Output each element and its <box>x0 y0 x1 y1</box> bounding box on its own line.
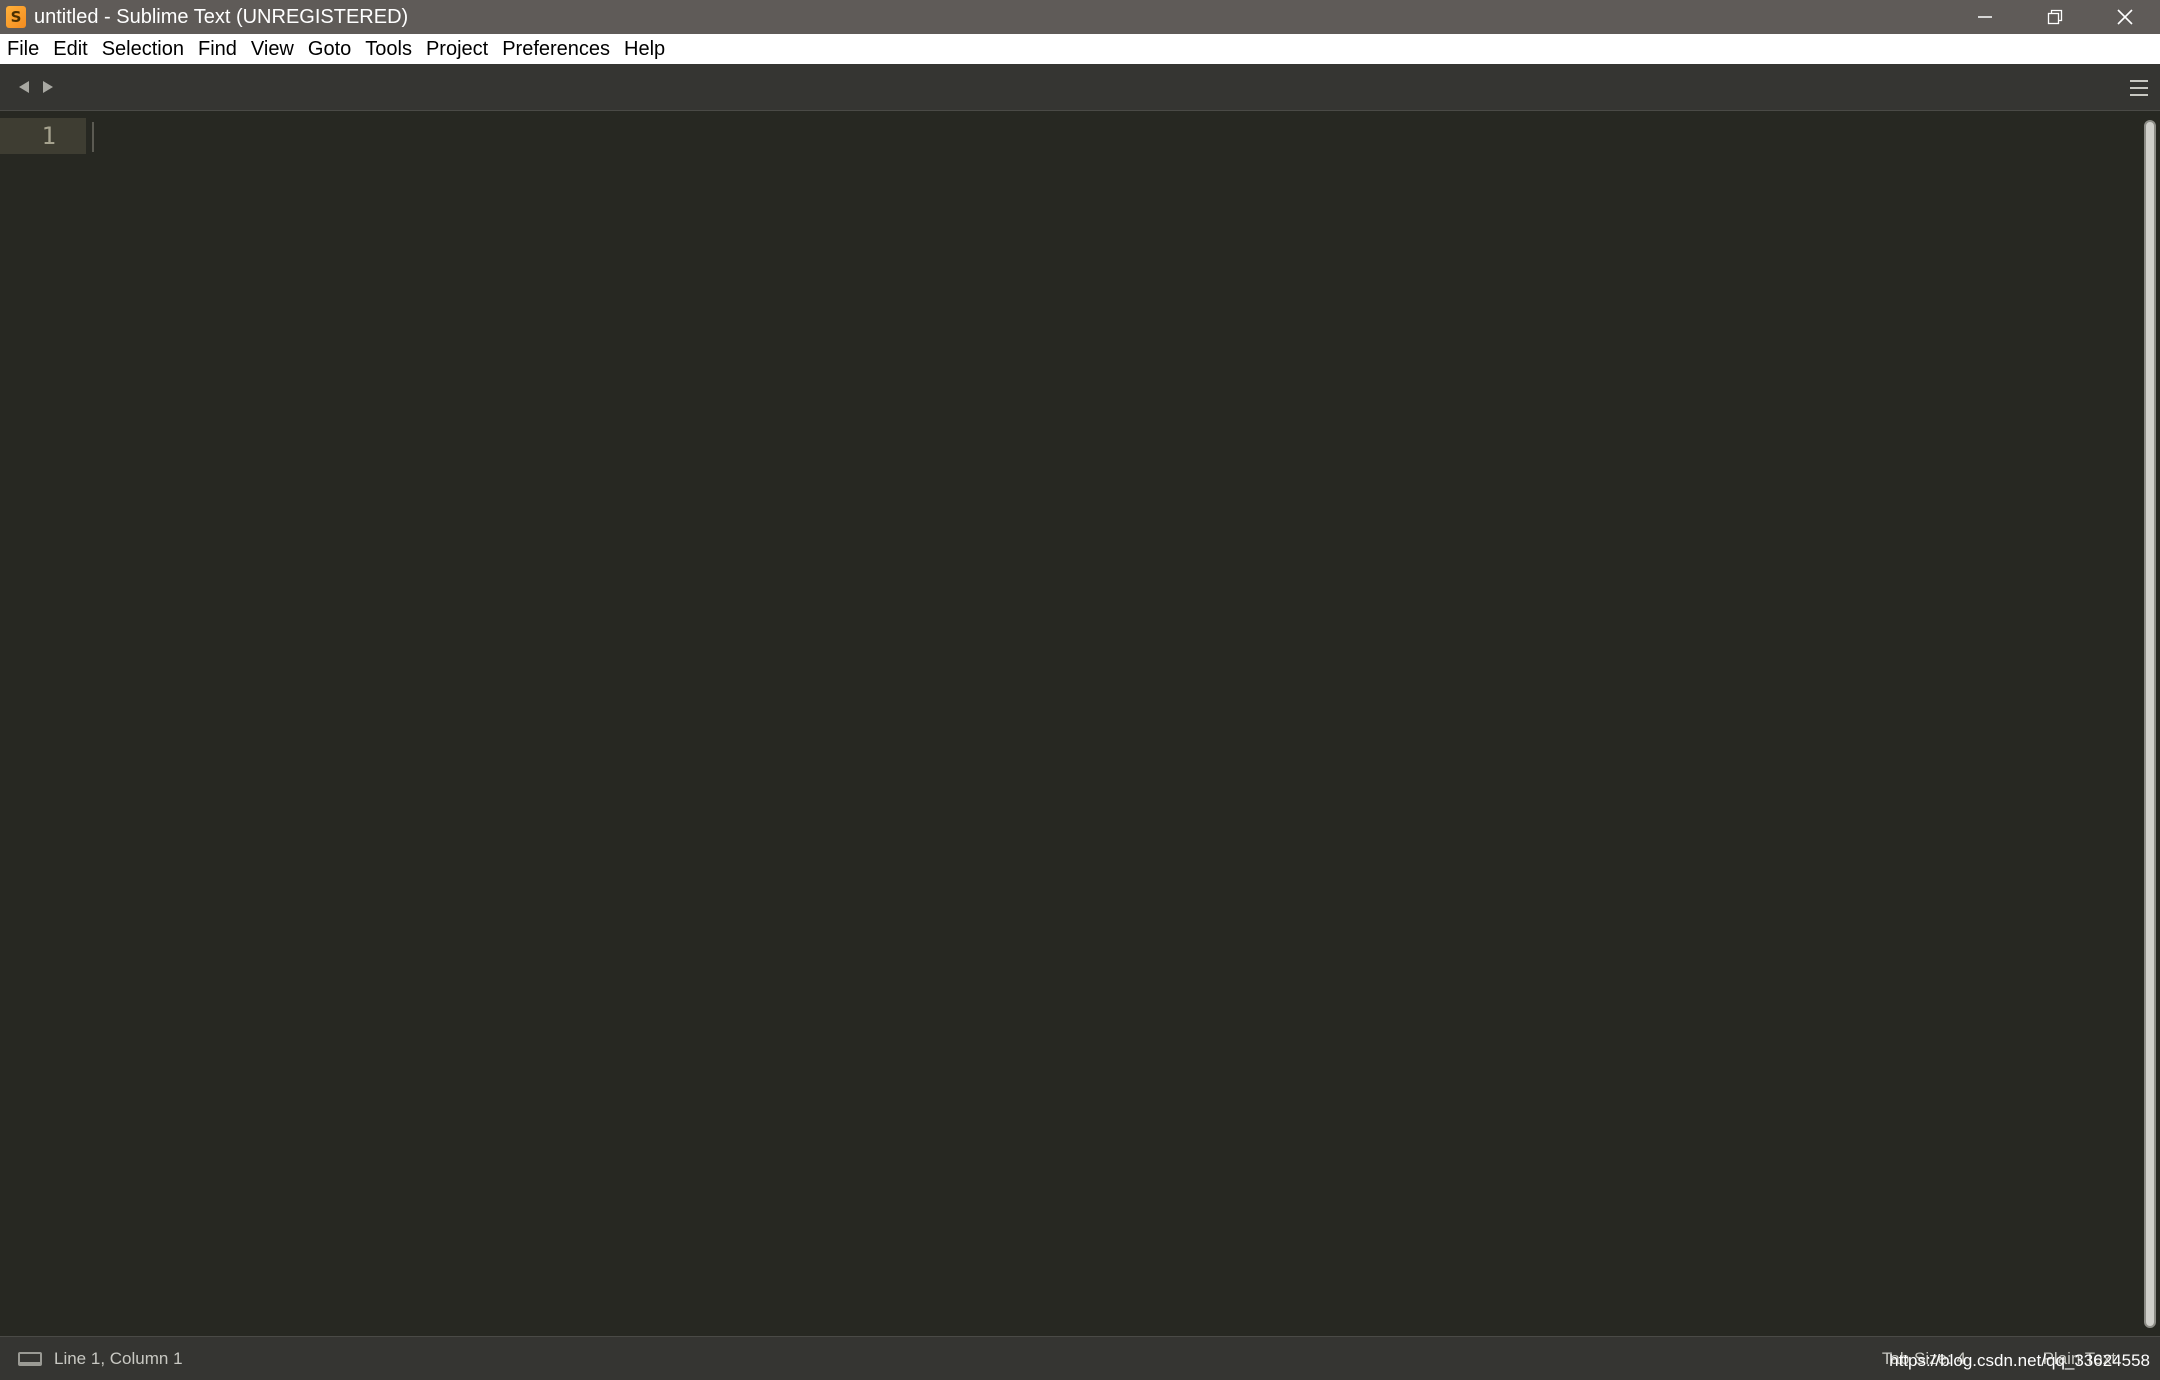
line-gutter: 1 <box>0 112 86 1336</box>
menu-goto[interactable]: Goto <box>301 34 358 64</box>
sublime-logo-icon: S <box>6 6 26 28</box>
menu-selection[interactable]: Selection <box>95 34 191 64</box>
minimize-icon <box>1978 16 1992 18</box>
hamburger-icon[interactable] <box>2130 80 2148 96</box>
editor-area[interactable]: 1 <box>0 112 2160 1336</box>
window-title: untitled - Sublime Text (UNREGISTERED) <box>34 5 409 28</box>
tab-navigation <box>16 78 56 96</box>
tab-next-button[interactable] <box>40 78 56 96</box>
menu-bar: File Edit Selection Find View Goto Tools… <box>0 34 2160 64</box>
cursor-position: Line 1, Column 1 <box>54 1348 183 1368</box>
close-button[interactable] <box>2090 0 2160 34</box>
minimize-button[interactable] <box>1950 0 2020 34</box>
tab-prev-button[interactable] <box>16 78 32 96</box>
status-bar: Line 1, Column 1 Tab Size: 4 Plain Text … <box>0 1336 2160 1380</box>
menu-find[interactable]: Find <box>191 34 244 64</box>
restore-button[interactable] <box>2020 0 2090 34</box>
menu-project[interactable]: Project <box>419 34 495 64</box>
window-controls <box>1950 0 2160 34</box>
menu-view[interactable]: View <box>244 34 301 64</box>
console-icon[interactable] <box>18 1351 42 1366</box>
line-number: 1 <box>41 122 56 150</box>
restore-icon <box>2047 9 2063 25</box>
menu-edit[interactable]: Edit <box>46 34 94 64</box>
text-caret <box>92 122 94 152</box>
close-icon <box>2117 9 2133 25</box>
vertical-scrollbar[interactable] <box>2144 120 2156 1328</box>
menu-preferences[interactable]: Preferences <box>495 34 617 64</box>
menu-tools[interactable]: Tools <box>358 34 419 64</box>
menu-file[interactable]: File <box>0 34 46 64</box>
watermark-text: https://blog.csdn.net/qq_33624558 <box>1889 1351 2150 1370</box>
triangle-left-icon <box>19 81 29 93</box>
tab-bar <box>0 64 2160 111</box>
triangle-right-icon <box>43 81 53 93</box>
menu-help[interactable]: Help <box>617 34 672 64</box>
title-bar: S untitled - Sublime Text (UNREGISTERED) <box>0 0 2160 34</box>
